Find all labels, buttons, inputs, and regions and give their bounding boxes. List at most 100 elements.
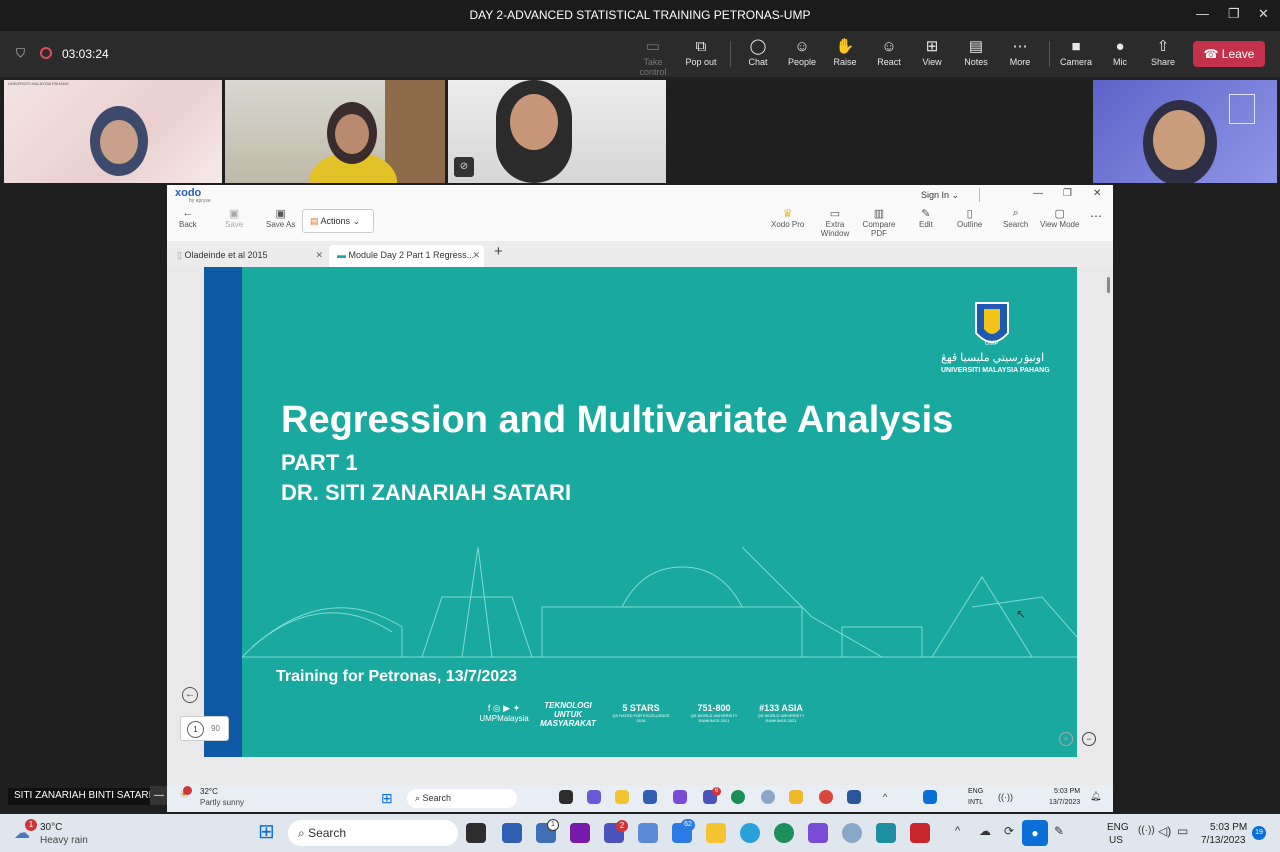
onenote-icon[interactable] xyxy=(570,823,590,843)
actions-icon: ▤ xyxy=(310,216,321,226)
task-view-icon[interactable] xyxy=(559,790,573,804)
restore-icon[interactable]: ❐ xyxy=(1228,6,1240,22)
chevron-up-icon[interactable]: ^ xyxy=(955,825,960,837)
raise-hand-icon: ✋ xyxy=(835,38,855,55)
close-icon[interactable]: ✕ xyxy=(1258,6,1269,22)
more-icon[interactable]: ⋯ xyxy=(1090,209,1102,223)
windows-start-icon[interactable]: ⊞ xyxy=(381,790,393,807)
copilot-icon[interactable] xyxy=(673,790,687,804)
new-tab-icon[interactable]: + xyxy=(494,243,503,260)
slide-blue-bar xyxy=(204,267,242,757)
stars-block: 5 STARS QS RATED FOR EXCELLENCE 2018 xyxy=(612,703,670,723)
chat-button[interactable]: ◯ Chat xyxy=(734,37,782,67)
task-view-icon[interactable] xyxy=(466,823,486,843)
save-button[interactable]: ▣ Save xyxy=(225,207,243,229)
sign-in-button[interactable]: Sign In ⌄ xyxy=(921,190,959,201)
document-tabs: ▯ Oladeinde et al 2015 ✕ ▬ Module Day 2 … xyxy=(167,241,1113,267)
store-icon[interactable] xyxy=(502,823,522,843)
edit-icon: ✎ xyxy=(921,208,931,220)
store-icon[interactable] xyxy=(643,790,657,804)
take-control-button[interactable]: ▭ Take control xyxy=(629,37,677,77)
view-button[interactable]: ⊞ View xyxy=(908,37,956,67)
chrome-icon[interactable] xyxy=(819,790,833,804)
back-arrow-icon: ← xyxy=(182,207,194,219)
search-button[interactable]: ⌕ Search xyxy=(1003,207,1028,229)
mic-active-icon[interactable] xyxy=(923,790,937,804)
r-app-icon[interactable] xyxy=(842,823,862,843)
copilot-icon[interactable] xyxy=(808,823,828,843)
onenote-badge: 1 xyxy=(547,819,559,831)
back-button[interactable]: ← Back xyxy=(179,207,197,229)
lang-layout: INTL xyxy=(968,799,984,806)
edge-icon[interactable] xyxy=(774,823,794,843)
people-button[interactable]: ☺ People xyxy=(778,37,826,67)
outline-button[interactable]: ▯ Outline xyxy=(957,207,982,229)
zoom-out-icon[interactable]: − xyxy=(1082,732,1096,746)
logo-text: UNIVERSITI MALAYSIA PAHANG xyxy=(941,367,1050,374)
taskbar-search-box[interactable]: ⌕ Search xyxy=(288,820,458,846)
camera-button[interactable]: ■ Camera xyxy=(1052,37,1100,67)
mic-button[interactable]: ● Mic xyxy=(1096,37,1144,67)
calculator-icon[interactable] xyxy=(638,823,658,843)
participant-face xyxy=(510,94,558,150)
leave-button[interactable]: ☎ Leave xyxy=(1193,41,1265,67)
divider xyxy=(979,188,980,202)
minimize-icon[interactable]: — xyxy=(1033,188,1043,199)
social-icons: f ◎ ▶ ✦ xyxy=(487,703,521,713)
scrollbar-thumb[interactable] xyxy=(1107,277,1110,293)
raise-hand-button[interactable]: ✋ Raise xyxy=(821,37,869,67)
edit-button[interactable]: ✎ Edit xyxy=(919,207,933,229)
save-as-button[interactable]: ▣ Save As xyxy=(266,207,295,229)
teams-chat-icon[interactable] xyxy=(587,790,601,804)
recording-icon xyxy=(40,47,52,59)
logo-watermark xyxy=(1229,94,1255,124)
file-explorer-icon[interactable] xyxy=(706,823,726,843)
react-button[interactable]: ☺ React xyxy=(865,37,913,67)
close-icon[interactable]: ✕ xyxy=(1093,188,1101,199)
video-tile[interactable] xyxy=(225,80,445,183)
sf-app-icon[interactable] xyxy=(876,823,896,843)
edge-icon[interactable] xyxy=(731,790,745,804)
ump-shield-logo: UMP xyxy=(975,302,1009,347)
xodo-taskbar-icon[interactable] xyxy=(789,790,803,804)
extra-window-button[interactable]: ▭ Extra Window xyxy=(819,207,851,238)
actions-dropdown[interactable]: ▤ Actions ⌄ xyxy=(302,209,374,233)
notification-count[interactable]: 19 xyxy=(1252,826,1266,840)
minimize-icon[interactable]: — xyxy=(1196,6,1209,21)
view-mode-button[interactable]: ▢ View Mode xyxy=(1040,207,1079,229)
taskbar-search-box[interactable]: ⌕ Search xyxy=(407,789,517,808)
mic-active-icon[interactable]: ● xyxy=(1022,820,1048,846)
chevron-up-icon[interactable]: ^ xyxy=(883,792,887,802)
video-tile[interactable] xyxy=(1093,80,1277,183)
file-explorer-icon[interactable] xyxy=(615,790,629,804)
notes-button[interactable]: ▤ Notes xyxy=(952,37,1000,67)
wifi-icon: ((·)) xyxy=(998,792,1013,802)
notification-icon[interactable]: 🔔︎ xyxy=(1090,791,1101,802)
video-tile[interactable]: UNIVERSITI MALAYSIA PAHANG xyxy=(4,80,222,183)
minimize-tile-icon[interactable]: — xyxy=(150,786,168,805)
tab-module-day2[interactable]: ▬ Module Day 2 Part 1 Regress... ✕ xyxy=(329,245,484,267)
compare-pdf-button[interactable]: ▥ Compare PDF xyxy=(862,207,896,238)
zoom-in-icon[interactable]: + xyxy=(1059,732,1073,746)
telegram-icon[interactable] xyxy=(740,823,760,843)
acrobat-icon[interactable] xyxy=(910,823,930,843)
r-app-icon[interactable] xyxy=(761,790,775,804)
page-indicator[interactable]: 1 90 xyxy=(180,716,229,741)
battery-icon: ▭ xyxy=(1177,824,1189,838)
volume-icon: ◁) xyxy=(1158,824,1172,838)
xodo-pro-button[interactable]: ♛ Xodo Pro xyxy=(771,207,804,229)
video-tile[interactable]: ⊘ xyxy=(448,80,666,183)
windows-start-icon[interactable]: ⊞ xyxy=(258,822,275,842)
tab-oladeinde[interactable]: ▯ Oladeinde et al 2015 ✕ xyxy=(169,245,327,267)
word-icon[interactable] xyxy=(847,790,861,804)
more-button[interactable]: ⋯ More xyxy=(996,37,1044,67)
close-tab-icon[interactable]: ✕ xyxy=(472,250,480,261)
restore-icon[interactable]: ❐ xyxy=(1063,188,1072,199)
page-current[interactable]: 1 xyxy=(187,721,204,738)
lang-layout: US xyxy=(1109,835,1123,846)
previous-page-icon[interactable]: ← xyxy=(182,687,198,703)
share-button[interactable]: ⇧ Share xyxy=(1139,37,1187,67)
xodo-toolbar: xodo by apryse Sign In ⌄ — ❐ ✕ ← Back ▣ Sa… xyxy=(167,185,1113,241)
close-tab-icon[interactable]: ✕ xyxy=(315,250,323,261)
pop-out-button[interactable]: ⧉ Pop out xyxy=(677,37,725,67)
